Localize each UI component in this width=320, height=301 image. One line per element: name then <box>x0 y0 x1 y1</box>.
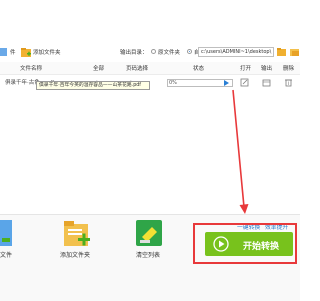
annotation-highlight-box <box>193 223 297 264</box>
